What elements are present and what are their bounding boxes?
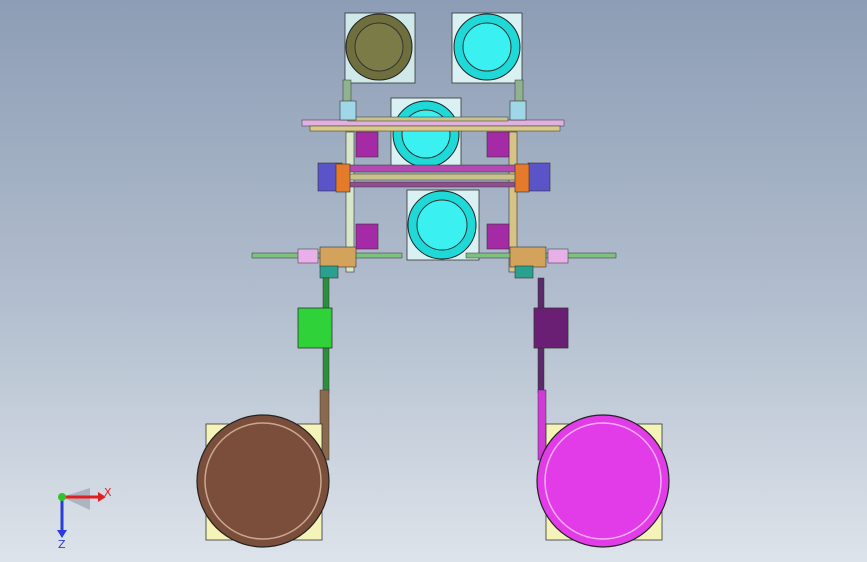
lower-left-teal — [319, 265, 339, 279]
motor-cyan-middle[interactable] — [390, 97, 462, 168]
bowl-brown[interactable] — [196, 414, 330, 548]
upper-right-bracket — [509, 100, 527, 121]
motor-olive[interactable] — [342, 12, 416, 103]
motor-cyan-inner — [462, 22, 512, 72]
upper-rod — [347, 116, 509, 122]
bowl-magenta-outer — [536, 414, 670, 548]
bowl-magenta[interactable] — [536, 414, 670, 548]
lower-left-pink — [297, 248, 319, 264]
lower-right-pink — [547, 248, 569, 264]
upper-rail-tan — [309, 125, 561, 132]
purple-controller — [533, 307, 569, 349]
upper-left-purple-block — [355, 131, 379, 158]
motor-olive-stem — [342, 79, 352, 103]
motor-cyan-lower-inner — [416, 199, 468, 251]
middle-rail-purple — [319, 164, 549, 173]
lower-left-carriage — [319, 246, 357, 268]
middle-rail-lower — [329, 181, 541, 188]
side-controllers[interactable] — [297, 307, 569, 349]
cad-viewport[interactable]: X Z — [0, 0, 867, 562]
upper-left-bracket — [339, 100, 357, 121]
assembly-drawing[interactable]: X Z — [0, 0, 867, 562]
middle-rod — [329, 173, 541, 181]
motor-cyan-top-right[interactable] — [451, 12, 524, 103]
z-axis-arrow — [57, 530, 67, 538]
axis-triad: X Z — [57, 486, 112, 551]
triad-plane — [62, 488, 90, 510]
x-axis-label: X — [104, 486, 112, 499]
z-axis-label: Z — [58, 538, 66, 551]
lower-left-purple-block — [355, 223, 379, 250]
middle-left-orange — [335, 163, 351, 193]
lower-right-carriage — [509, 246, 547, 268]
motor-olive-inner — [354, 22, 404, 72]
middle-right-orange — [514, 163, 530, 193]
lower-right-teal — [514, 265, 534, 279]
vertical-tracks — [319, 277, 547, 461]
motor-cyan-stem — [514, 79, 524, 103]
upper-right-purple-block — [486, 131, 510, 158]
middle-right-block — [527, 162, 551, 192]
y-axis-dot — [58, 493, 66, 501]
green-controller — [297, 307, 333, 349]
lower-right-purple-block — [486, 223, 510, 250]
bowl-brown-outer — [196, 414, 330, 548]
motor-cyan-lower[interactable] — [406, 189, 480, 261]
